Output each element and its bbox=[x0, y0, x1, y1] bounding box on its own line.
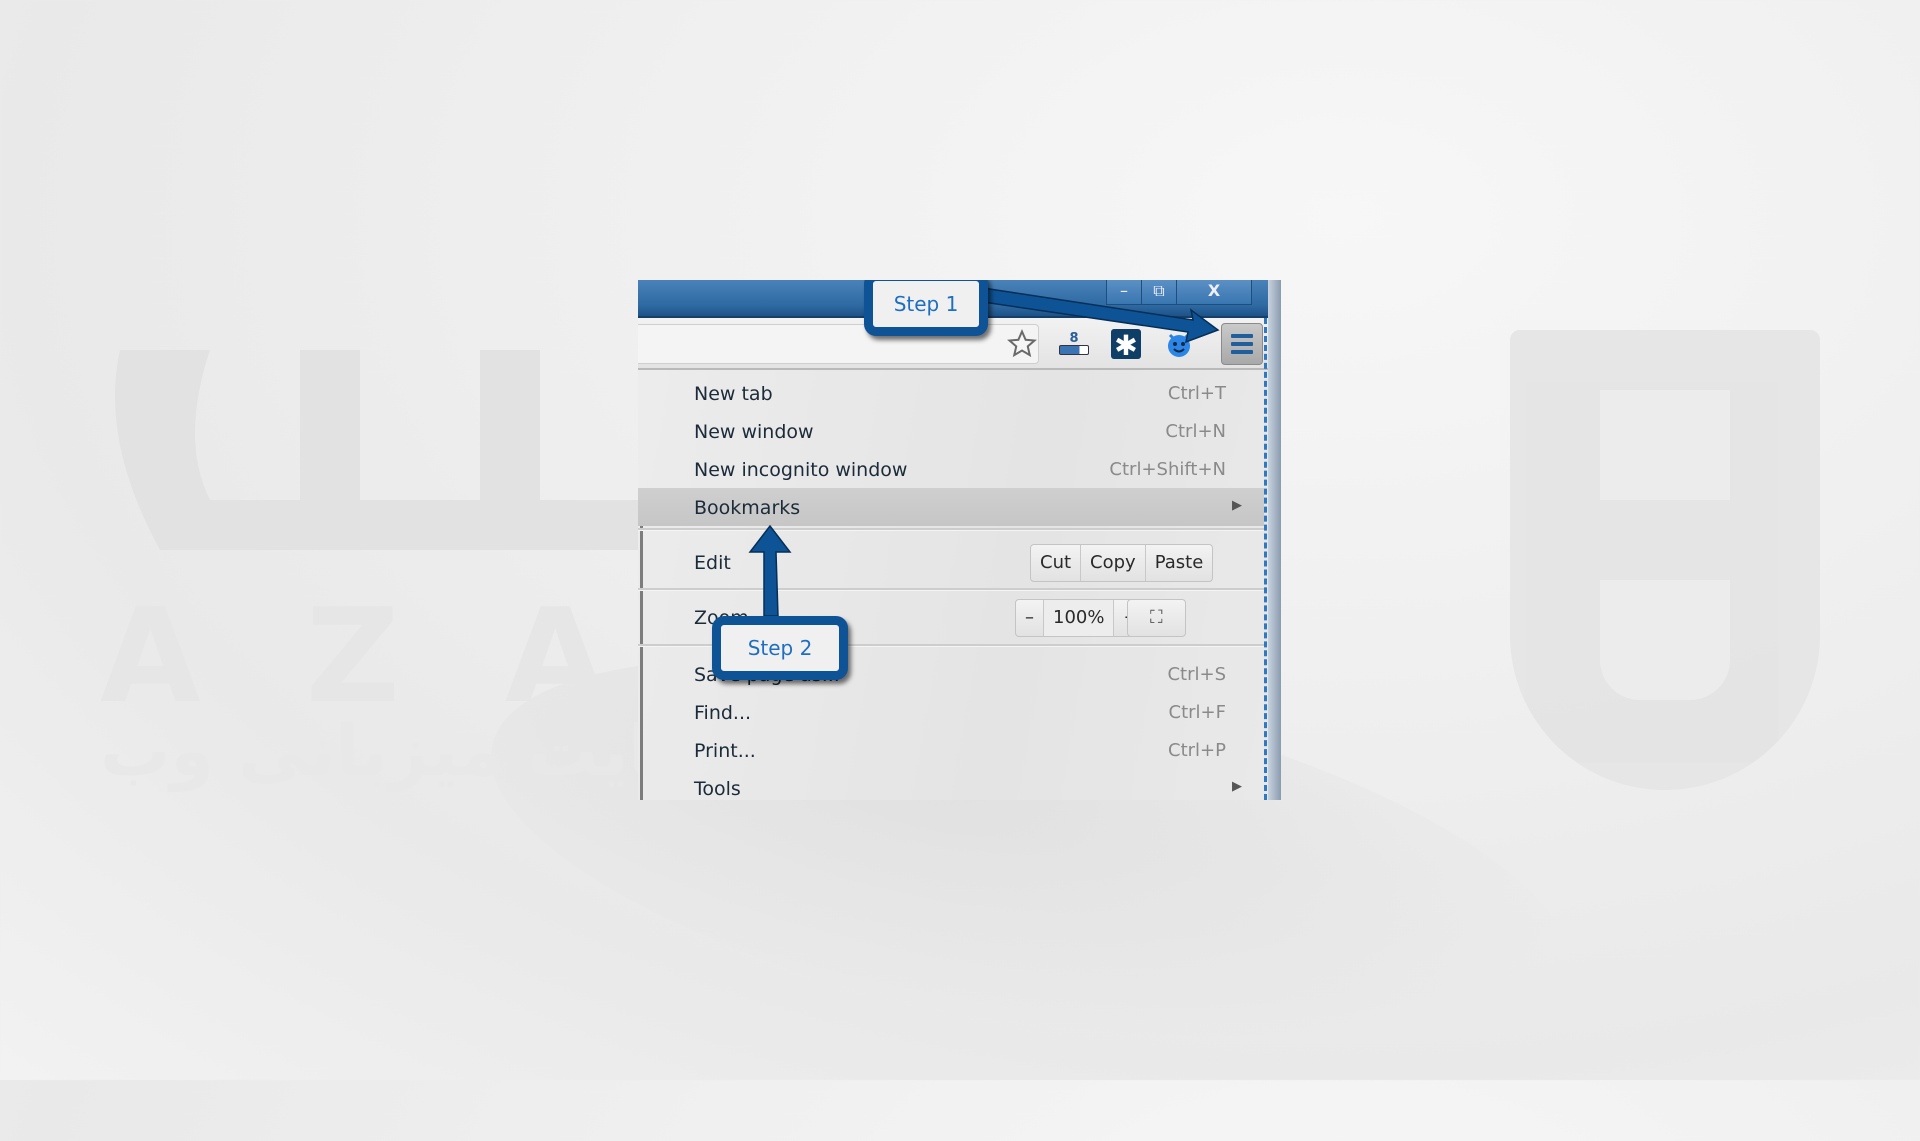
chrome-dropdown-menu: New tab Ctrl+T New window Ctrl+N New inc… bbox=[638, 370, 1264, 800]
menu-item-tools[interactable]: Tools ▶ bbox=[638, 769, 1264, 800]
extension-asterisk-icon[interactable]: ✱ bbox=[1108, 326, 1144, 362]
menu-item-new-window[interactable]: New window Ctrl+N bbox=[638, 412, 1264, 450]
step2-callout: Step 2 bbox=[712, 616, 848, 680]
copy-button[interactable]: Copy bbox=[1080, 545, 1145, 581]
restore-button[interactable]: ⧉ bbox=[1141, 280, 1177, 305]
menu-item-label: New incognito window bbox=[694, 459, 908, 481]
menu-item-shortcut: Ctrl+T bbox=[1167, 383, 1226, 404]
chrome-menu-button[interactable] bbox=[1221, 323, 1263, 365]
zoom-out-button[interactable]: – bbox=[1016, 600, 1043, 636]
menu-item-new-tab[interactable]: New tab Ctrl+T bbox=[638, 374, 1264, 412]
fullscreen-button[interactable]: ⛶ bbox=[1127, 599, 1186, 637]
menu-item-shortcut: Ctrl+N bbox=[1165, 421, 1226, 442]
cut-button[interactable]: Cut bbox=[1031, 545, 1080, 581]
badge-bar bbox=[1059, 345, 1089, 355]
edit-button-group: Cut Copy Paste bbox=[1030, 544, 1214, 582]
menu-separator bbox=[638, 528, 1264, 531]
menu-item-label: Find... bbox=[694, 702, 752, 724]
menu-item-label: Bookmarks bbox=[694, 497, 801, 519]
menu-item-print[interactable]: Print... Ctrl+P bbox=[638, 731, 1264, 769]
window-edge-dashed bbox=[1264, 318, 1267, 800]
badge-count: 8 bbox=[1069, 331, 1079, 346]
menu-item-new-incognito-window[interactable]: New incognito window Ctrl+Shift+N bbox=[638, 450, 1264, 488]
menu-separator bbox=[638, 588, 1264, 591]
submenu-arrow-icon: ▶ bbox=[1232, 498, 1242, 513]
step2-label: Step 2 bbox=[747, 636, 813, 660]
menu-item-label: New window bbox=[694, 421, 814, 443]
menu-item-bookmarks[interactable]: Bookmarks ▶ bbox=[638, 488, 1264, 526]
zoom-level: 100% bbox=[1043, 600, 1114, 636]
submenu-arrow-icon: ▶ bbox=[1232, 779, 1242, 794]
menu-item-label: Print... bbox=[694, 740, 756, 762]
menu-item-find[interactable]: Find... Ctrl+F bbox=[638, 693, 1264, 731]
menu-item-label: Edit bbox=[694, 552, 731, 574]
menu-item-shortcut: Ctrl+P bbox=[1168, 740, 1226, 761]
menu-item-label: Tools bbox=[694, 778, 741, 800]
minimize-button[interactable]: – bbox=[1106, 280, 1142, 305]
menu-item-shortcut: Ctrl+S bbox=[1167, 664, 1226, 685]
window-right-frame bbox=[1268, 280, 1281, 800]
watermark-logo-shield bbox=[1510, 330, 1820, 790]
menu-item-shortcut: Ctrl+Shift+N bbox=[1109, 459, 1226, 480]
paste-button[interactable]: Paste bbox=[1144, 545, 1213, 581]
menu-item-shortcut: Ctrl+F bbox=[1168, 702, 1226, 723]
step1-label: Step 1 bbox=[893, 292, 959, 316]
menu-item-label: New tab bbox=[694, 383, 773, 405]
step1-callout: Step 1 bbox=[864, 280, 988, 336]
browser-screenshot: – ⧉ X 8 ✱ New tab Ctrl+T New window Ctrl… bbox=[638, 280, 1281, 800]
fullscreen-icon: ⛶ bbox=[1150, 607, 1163, 628]
hamburger-line bbox=[1231, 342, 1253, 346]
bookmark-star-icon[interactable] bbox=[1004, 326, 1040, 362]
extension-face-icon[interactable] bbox=[1161, 326, 1197, 362]
hamburger-line bbox=[1231, 350, 1253, 354]
extension-badge-icon[interactable]: 8 bbox=[1056, 326, 1092, 362]
hamburger-line bbox=[1231, 334, 1253, 338]
close-button[interactable]: X bbox=[1176, 280, 1252, 305]
